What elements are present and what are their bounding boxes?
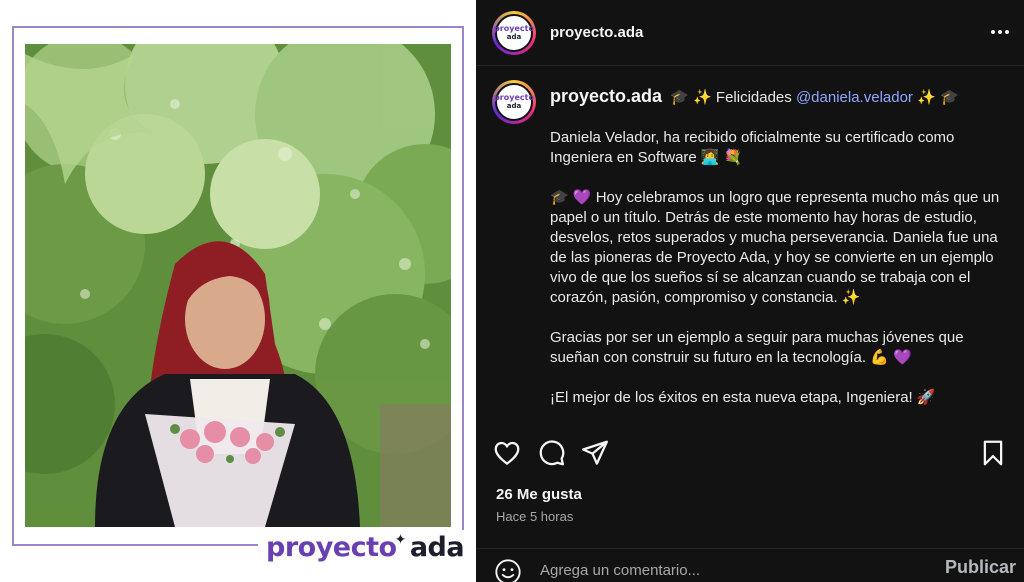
avatar-logo: proyecto ada <box>494 13 534 52</box>
post-header: proyecto ada proyecto.ada <box>476 0 1024 66</box>
caption-headline: proyecto.ada 🎓 ✨ Felicidades @daniela.ve… <box>550 86 1004 108</box>
caption-title-suffix: ✨ 🎓 <box>917 89 959 106</box>
header-username[interactable]: proyecto.ada <box>550 24 643 41</box>
more-options-button[interactable] <box>988 20 1012 44</box>
avatar-text-2: ada <box>506 32 522 41</box>
heart-icon <box>494 441 520 466</box>
mention-link[interactable]: @daniela.velador <box>796 89 913 106</box>
caption-paragraph: Gracias por ser un ejemplo a seguir para… <box>550 329 964 366</box>
avatar-text-1: proyecto <box>494 93 534 102</box>
post-image: proyecto ✦ ada <box>0 0 476 582</box>
caption-paragraph: 🎓 💜 Hoy celebramos un logro que represen… <box>550 189 1000 306</box>
comment-input[interactable] <box>540 557 920 582</box>
share-button[interactable] <box>580 438 610 468</box>
avatar-text-1: proyecto <box>494 23 534 33</box>
like-button[interactable] <box>492 438 522 468</box>
logo-word-ada: ada <box>409 532 465 563</box>
caption-paragraph: ¡El mejor de los éxitos en esta nueva et… <box>550 389 936 406</box>
likes-count[interactable]: 26 Me gusta <box>496 486 582 503</box>
more-horizontal-icon <box>991 30 995 34</box>
comment-bar: Publicar <box>476 548 1024 582</box>
proyecto-ada-logo: proyecto ✦ ada <box>266 532 465 566</box>
avatar[interactable]: proyecto ada <box>492 10 536 55</box>
avatar-logo: proyecto ada <box>494 83 534 121</box>
avatar-text-2: ada <box>506 102 522 110</box>
comment-button[interactable] <box>536 438 566 468</box>
logo-word-proyecto: proyecto <box>266 532 397 563</box>
caption-title-prefix: 🎓 ✨ Felicidades <box>670 89 792 106</box>
caption-avatar[interactable]: proyecto ada <box>492 80 536 124</box>
sparkle-icon: ✦ <box>394 532 407 548</box>
bookmark-icon <box>983 440 1003 466</box>
emoji-button[interactable] <box>494 558 522 582</box>
save-button[interactable] <box>978 438 1008 468</box>
comment-icon <box>539 440 565 466</box>
post-timestamp[interactable]: Hace 5 horas <box>496 509 573 524</box>
emoji-icon <box>495 559 521 582</box>
publish-button[interactable]: Publicar <box>945 557 1016 578</box>
post-details-panel: proyecto ada proyecto.ada proyecto ada p… <box>476 0 1024 582</box>
instagram-post-modal: proyecto ✦ ada proyecto ada proyecto.ada <box>0 0 1024 582</box>
post-photo <box>25 44 451 527</box>
caption-text: proyecto.ada 🎓 ✨ Felicidades @daniela.ve… <box>550 80 1004 426</box>
action-bar <box>476 432 1024 476</box>
send-icon <box>582 440 608 465</box>
caption-username[interactable]: proyecto.ada <box>550 86 662 106</box>
caption-paragraph: Daniela Velador, ha recibido oficialment… <box>550 129 955 166</box>
caption-row: proyecto ada proyecto.ada 🎓 ✨ Felicidade… <box>492 80 1004 426</box>
caption-area[interactable]: proyecto ada proyecto.ada 🎓 ✨ Felicidade… <box>476 66 1024 426</box>
